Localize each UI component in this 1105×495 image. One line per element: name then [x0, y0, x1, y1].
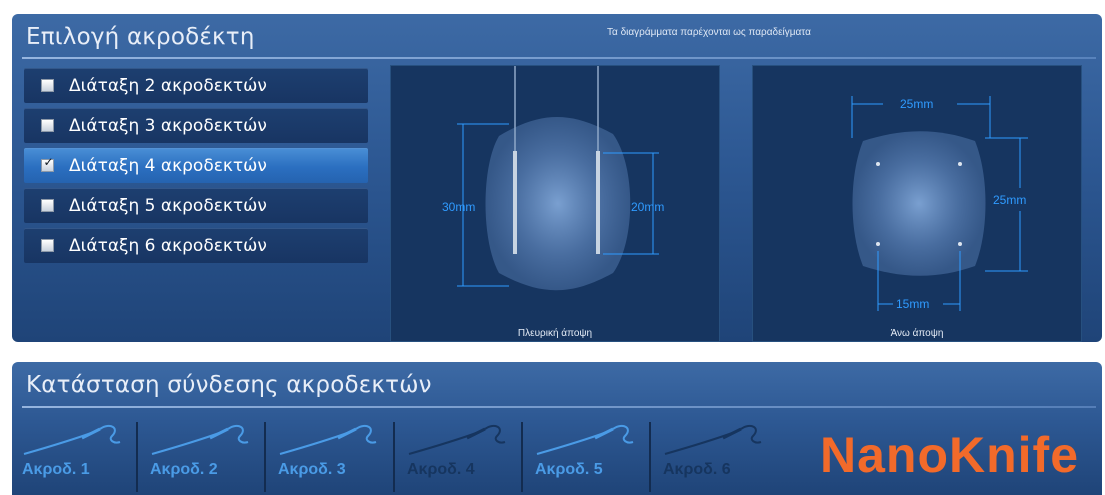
config-option-3[interactable]: Διάταξη 3 ακροδεκτών — [24, 108, 368, 143]
check-icon — [42, 76, 55, 89]
exposure-dimension-label: 20mm — [631, 200, 664, 214]
top-view-caption: Άνω άποψη — [890, 328, 944, 339]
probe-label: Ακροδ. 2 — [150, 461, 218, 478]
top-view-diagram: 25mm 25mm 15mm Άνω άποψη — [752, 65, 1082, 342]
probe-point — [958, 162, 962, 166]
config-option-4[interactable]: ✓ Διάταξη 4 ακροδεκτών — [24, 148, 368, 183]
probe-label: Ακροδ. 4 — [407, 461, 475, 478]
probe-icon — [536, 425, 634, 455]
config-option-6[interactable]: Διάταξη 6 ακροδεκτών — [24, 228, 368, 263]
height-dimension-label: 25mm — [993, 193, 1026, 207]
electrode-selection-title: Επιλογή ακροδέκτη — [26, 24, 255, 50]
probe-point — [958, 242, 962, 246]
config-option-label: Διάταξη 2 ακροδεκτών — [69, 75, 267, 96]
electrode-selection-panel: Επιλογή ακροδέκτη Τα διαγράμματα παρέχον… — [12, 14, 1102, 342]
spacing-dimension-label: 15mm — [896, 297, 929, 311]
probe-point — [876, 242, 880, 246]
probe-status-3: Ακροδ. 3 — [268, 414, 398, 495]
side-view-caption: Πλευρική άποψη — [517, 328, 593, 339]
probe-icon — [151, 425, 249, 455]
title-divider — [22, 406, 1096, 408]
width-dimension-label: 25mm — [900, 97, 933, 111]
checkbox[interactable] — [41, 119, 54, 132]
probe-divider — [521, 422, 523, 492]
probe-configuration-list: Διάταξη 2 ακροδεκτών Διάταξη 3 ακροδεκτώ… — [24, 68, 368, 268]
check-icon — [42, 116, 55, 129]
probe-status-6: Ακροδ. 6 — [653, 414, 783, 495]
side-view-diagram: 30mm 20mm Πλευρική άποψη — [390, 65, 720, 342]
probe-icon — [23, 425, 121, 455]
checkbox[interactable] — [41, 79, 54, 92]
config-option-label: Διάταξη 3 ακροδεκτών — [69, 115, 267, 136]
probe-point — [876, 162, 880, 166]
config-option-label: Διάταξη 5 ακροδεκτών — [69, 195, 267, 216]
ablation-zone-shape — [852, 131, 986, 276]
probe-divider — [649, 422, 651, 492]
side-view-illustration: 30mm 20mm — [442, 66, 664, 291]
probe-label: Ακροδ. 6 — [663, 461, 731, 478]
probe-divider — [136, 422, 138, 492]
probe-divider — [264, 422, 266, 492]
probe-label: Ακροδ. 3 — [278, 461, 346, 478]
height-dimension-label: 30mm — [442, 200, 475, 214]
probe-label: Ακροδ. 1 — [22, 461, 90, 478]
probe-status-1: Ακροδ. 1 — [12, 414, 142, 495]
title-divider — [22, 57, 1096, 59]
checkbox[interactable] — [41, 199, 54, 212]
probe-label: Ακροδ. 5 — [535, 461, 603, 478]
check-icon: ✓ — [43, 155, 54, 169]
config-option-5[interactable]: Διάταξη 5 ακροδεκτών — [24, 188, 368, 223]
config-option-2[interactable]: Διάταξη 2 ακροδεκτών — [24, 68, 368, 103]
probe-icon — [408, 425, 506, 455]
connection-status-title: Κατάσταση σύνδεσης ακροδεκτών — [26, 372, 432, 398]
connection-status-panel: Κατάσταση σύνδεσης ακροδεκτών Ακροδ. 1 Α… — [12, 362, 1102, 495]
probe-icon — [279, 425, 377, 455]
diagram-note: Τα διαγράμματα παρέχονται ως παραδείγματ… — [607, 27, 811, 38]
config-option-label: Διάταξη 4 ακροδεκτών — [69, 155, 267, 176]
probe-icon — [664, 425, 762, 455]
nanoknife-logo: NanoKnife — [820, 427, 1079, 483]
check-icon — [42, 236, 55, 249]
check-icon — [42, 196, 55, 209]
ablation-zone-shape — [485, 116, 631, 291]
probe-status-4: Ακροδ. 4 — [397, 414, 527, 495]
probe-status-5: Ακροδ. 5 — [525, 414, 655, 495]
checkbox[interactable]: ✓ — [41, 155, 54, 172]
probe-status-2: Ακροδ. 2 — [140, 414, 270, 495]
checkbox[interactable] — [41, 239, 54, 252]
probe-status-row: Ακροδ. 1 Ακροδ. 2 Ακροδ. 3 Ακροδ. 4 Ακρο… — [12, 414, 812, 495]
probe-divider — [393, 422, 395, 492]
top-view-illustration: 25mm 25mm 15mm — [851, 96, 1028, 311]
config-option-label: Διάταξη 6 ακροδεκτών — [69, 235, 267, 256]
